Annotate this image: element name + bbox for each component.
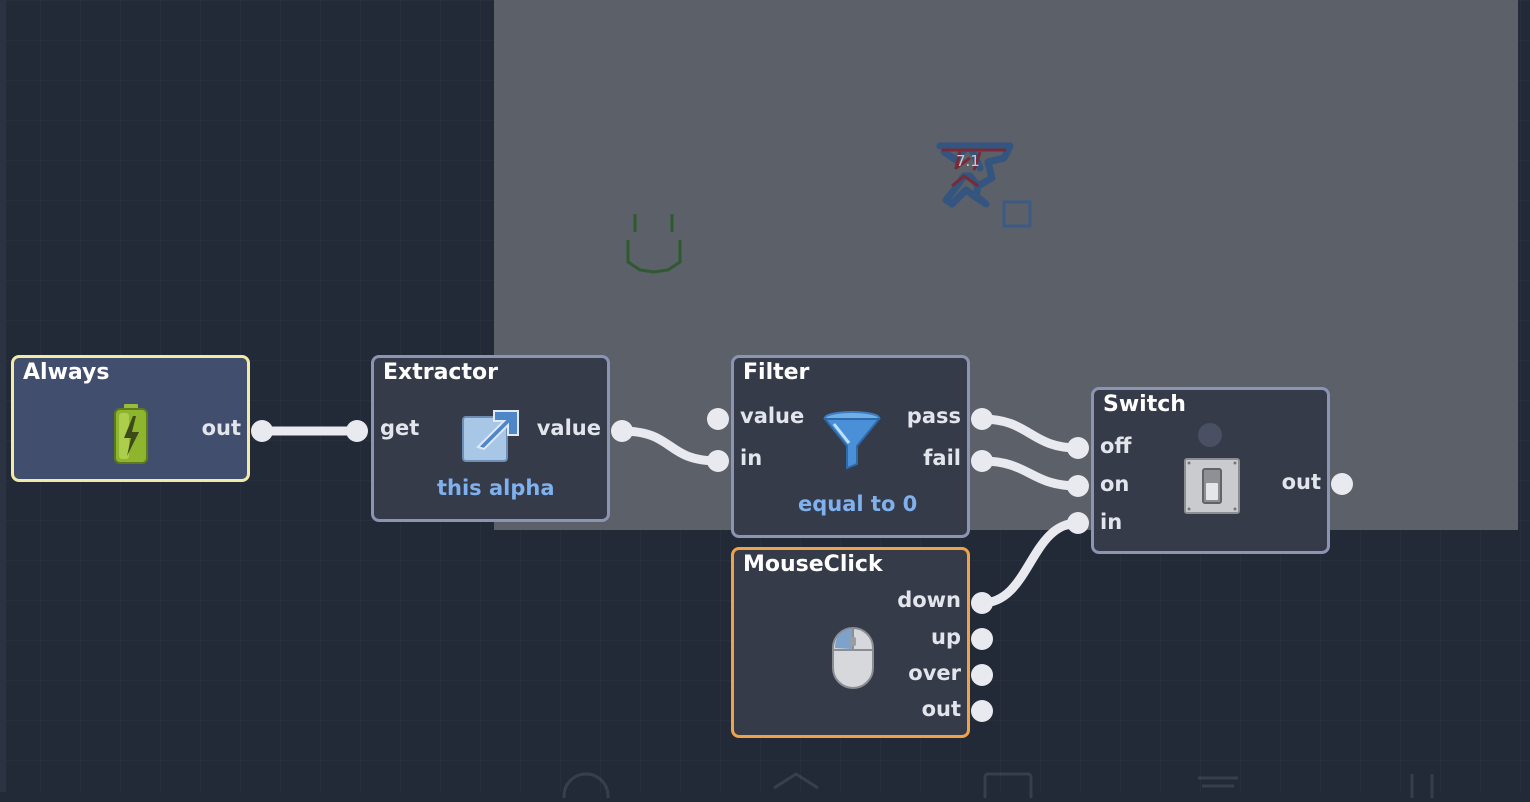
port-label-down: down bbox=[897, 588, 961, 612]
port-filter-in[interactable] bbox=[707, 450, 729, 472]
toolbar-box-icon[interactable] bbox=[770, 768, 822, 802]
character-sprite: 7.1 bbox=[936, 142, 1032, 228]
smiley-sprite bbox=[626, 214, 682, 274]
toolbar-stack-icon[interactable] bbox=[1192, 768, 1244, 802]
port-label-get: get bbox=[380, 416, 420, 440]
stage-preview[interactable]: 7.1 bbox=[494, 0, 1518, 530]
port-filter-pass[interactable] bbox=[971, 408, 993, 430]
mouse-icon bbox=[831, 626, 875, 694]
port-mouseclick-over[interactable] bbox=[971, 664, 993, 686]
node-title: Switch bbox=[1103, 392, 1186, 417]
node-title: Extractor bbox=[383, 360, 498, 385]
node-extractor[interactable]: Extractor get value this alpha bbox=[371, 355, 610, 522]
port-mouseclick-out[interactable] bbox=[971, 700, 993, 722]
port-filter-fail[interactable] bbox=[971, 450, 993, 472]
toolbar-add-icon[interactable] bbox=[562, 768, 610, 802]
port-filter-value[interactable] bbox=[707, 408, 729, 430]
port-switch-on[interactable] bbox=[1067, 475, 1089, 497]
port-label-on: on bbox=[1100, 472, 1130, 496]
port-label-up: up bbox=[931, 625, 961, 649]
port-label-out: out bbox=[1281, 470, 1321, 494]
toolbar-image-icon[interactable] bbox=[982, 768, 1034, 802]
funnel-icon bbox=[822, 410, 882, 476]
extractor-param[interactable]: this alpha bbox=[437, 476, 555, 500]
port-label-pass: pass bbox=[906, 404, 961, 428]
port-switch-in[interactable] bbox=[1067, 512, 1089, 534]
port-mouseclick-down[interactable] bbox=[971, 592, 993, 614]
port-label-out: out bbox=[201, 416, 241, 440]
port-extractor-get[interactable] bbox=[346, 420, 368, 442]
port-mouseclick-up[interactable] bbox=[971, 628, 993, 650]
port-extractor-value[interactable] bbox=[611, 420, 633, 442]
node-filter[interactable]: Filter value in pass fail equal to 0 bbox=[731, 355, 970, 538]
canvas-edge bbox=[0, 0, 6, 792]
port-label-fail: fail bbox=[923, 446, 961, 470]
node-title: Always bbox=[23, 360, 110, 385]
node-title: MouseClick bbox=[743, 552, 883, 577]
node-always[interactable]: Always out bbox=[11, 355, 250, 482]
port-label-off: off bbox=[1100, 434, 1132, 458]
port-label-over: over bbox=[908, 661, 961, 685]
port-label-in: in bbox=[1100, 510, 1123, 534]
port-switch-out[interactable] bbox=[1331, 473, 1353, 495]
node-mouseclick[interactable]: MouseClick down up over out bbox=[731, 547, 970, 738]
battery-icon bbox=[111, 402, 151, 470]
toolbar-sliders-icon[interactable] bbox=[1402, 768, 1442, 802]
node-switch[interactable]: Switch off on in out bbox=[1091, 387, 1330, 554]
stage-sprites: 7.1 bbox=[626, 142, 1032, 274]
port-always-out[interactable] bbox=[251, 420, 273, 442]
arrow-out-icon bbox=[460, 403, 522, 469]
node-title: Filter bbox=[743, 360, 810, 385]
filter-param[interactable]: equal to 0 bbox=[798, 492, 917, 516]
status-led-icon bbox=[1197, 422, 1223, 452]
port-label-in: in bbox=[740, 446, 763, 470]
port-label-value: value bbox=[740, 404, 805, 428]
port-switch-off[interactable] bbox=[1067, 437, 1089, 459]
svg-text:7.1: 7.1 bbox=[956, 152, 980, 170]
port-label-value: value bbox=[536, 416, 601, 440]
port-label-out: out bbox=[921, 697, 961, 721]
toggle-switch-icon[interactable] bbox=[1183, 457, 1241, 519]
